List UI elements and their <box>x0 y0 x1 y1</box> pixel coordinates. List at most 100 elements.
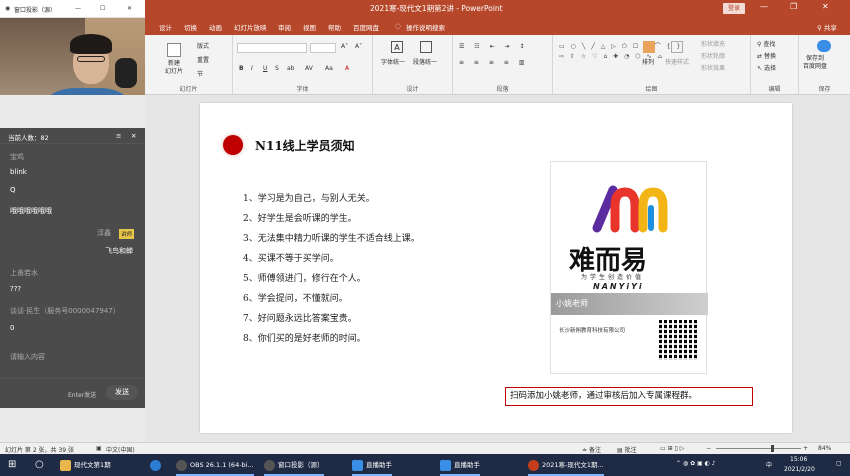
language-indicator[interactable]: 中文(中国) <box>106 445 135 454</box>
obs-icon <box>176 459 187 471</box>
font-color-button[interactable]: A <box>345 65 349 72</box>
minimize-button[interactable]: — <box>760 2 768 11</box>
tab-transitions[interactable]: 切换 <box>184 22 197 32</box>
taskbar-item-live-assistant[interactable]: 直播助手 <box>352 454 392 476</box>
find-button[interactable]: ⚲ 查找 <box>757 39 775 48</box>
strikethrough-button[interactable]: S <box>275 65 279 72</box>
chat-menu-icon[interactable]: ≡ <box>116 132 121 140</box>
shape-outline-button[interactable]: 形状轮廓 <box>701 51 725 60</box>
taskbar-item-folder[interactable]: 现代文第1期 <box>60 454 111 476</box>
close-button[interactable]: ✕ <box>822 2 829 11</box>
change-case-button[interactable]: Aa <box>325 65 333 72</box>
list-item: 6、学会提问，不懂就问。 <box>243 294 348 304</box>
taskbar-item-live-assistant-2[interactable]: 直播助手 <box>440 454 480 476</box>
shadow-button[interactable]: ab <box>287 65 295 72</box>
save-to-baidu-button[interactable]: 保存到 百度网盘 <box>803 55 827 71</box>
chat-message: 上善若水 <box>10 269 38 277</box>
spacing-button[interactable]: AV <box>305 65 313 72</box>
shape-effects-button[interactable]: 形状效果 <box>701 63 725 72</box>
screen: 2021寒-现代文1期第2讲 - PowerPoint 登录 — ❐ ✕ 设计 … <box>0 0 850 476</box>
zoom-in-button[interactable]: + <box>803 445 808 452</box>
chat-input-placeholder[interactable]: 请输入内容 <box>10 352 45 362</box>
tab-design[interactable]: 设计 <box>159 22 172 32</box>
restore-button[interactable]: ❐ <box>790 2 797 11</box>
taskbar-item-powerpoint[interactable]: 2021寒-现代文1期... <box>528 454 604 476</box>
windows-start-icon[interactable]: ⊞ <box>8 454 16 476</box>
group-label-design: 设计 <box>406 86 419 93</box>
tab-help[interactable]: 帮助 <box>328 22 341 32</box>
tab-baidu[interactable]: 百度网盘 <box>353 22 379 32</box>
chat-message: 哦哦哦哦哦哦 <box>10 207 52 215</box>
group-save: 保存到 百度网盘 保存 <box>799 35 850 95</box>
grow-font-icon[interactable]: A˄ <box>341 43 348 50</box>
rules-list[interactable]: 1、学习是为自己，与别人无关。 2、好学生是会听课的学生。 3、无法集中精力听课… <box>243 189 420 349</box>
replace-button[interactable]: ⇄ 替换 <box>757 51 776 60</box>
brand-logo-icon <box>592 185 668 233</box>
taskbar-item-projector[interactable]: 窗口投影（源） <box>264 454 324 476</box>
webcam-minimize[interactable]: — <box>75 5 81 12</box>
group-drawing: ▭ ○ ╲ ╱ △ ▷ ⬠ ☐ ◇ ⌒ { } ⇨ ⇧ ☆ ♡ ⌂ ✚ ◔ ⬡ … <box>553 35 751 95</box>
shapes-gallery[interactable]: ▭ ○ ╲ ╱ △ ▷ ⬠ ☐ ◇ ⌒ { } <box>559 41 682 50</box>
section-button[interactable]: 节 <box>197 69 203 78</box>
spellcheck-icon[interactable]: ▣ <box>96 445 102 452</box>
search-icon[interactable]: ○ <box>35 454 44 476</box>
font-unify-button[interactable]: 字体统一 <box>381 57 405 66</box>
list-item: 8、你们买的是好老师的时间。 <box>243 334 366 344</box>
zoom-slider-handle[interactable] <box>771 445 774 452</box>
comments-button[interactable]: ▤ 批注 <box>617 445 637 454</box>
align-buttons[interactable]: ≡ ≡ ≡ ≡ ▥ <box>459 59 528 66</box>
shape-fill-button[interactable]: 形状填充 <box>701 39 725 48</box>
webcam-close[interactable]: ✕ <box>127 5 132 12</box>
notification-icon[interactable]: ▢ <box>836 460 842 467</box>
arrange-icon <box>643 41 655 53</box>
list-buttons[interactable]: ☰ ☷ ⇤ ⇥ ↕ <box>459 43 528 50</box>
layout-button[interactable]: 版式 <box>197 41 209 50</box>
taskbar-item-obs[interactable]: OBS 26.1.1 (64-bi... <box>176 454 254 476</box>
underline-button[interactable]: U <box>263 65 267 72</box>
share-button[interactable]: ⚲ 共享 <box>817 22 837 32</box>
tray-icons[interactable]: ⌃ ◍ ✿ ▣ ◐ ♪ <box>676 460 716 467</box>
zoom-level[interactable]: 84% <box>818 445 831 452</box>
group-paragraph: ☰ ☷ ⇤ ⇥ ↕ ≡ ≡ ≡ ≡ ▥ 段落 <box>453 35 553 95</box>
reset-button[interactable]: 重置 <box>197 55 209 64</box>
shrink-font-icon[interactable]: A˅ <box>355 43 362 50</box>
taskbar: ⊞ ○ 现代文第1期 OBS 26.1.1 (64-bi... 窗口投影（源） … <box>0 454 850 476</box>
call-to-action-box[interactable]: 扫码添加小姚老师，通过审核后加入专属课程群。 <box>505 387 753 406</box>
new-slide-button[interactable]: 新建 幻灯片 <box>165 60 183 76</box>
arrange-button[interactable]: 排列 <box>642 57 654 66</box>
italic-button[interactable]: I <box>251 65 253 72</box>
chat-close-icon[interactable]: ✕ <box>131 132 136 140</box>
chat-message: ??? <box>10 285 22 293</box>
select-button[interactable]: ↖ 选择 <box>757 63 776 72</box>
zoom-out-button[interactable]: − <box>706 445 711 452</box>
font-size-combo[interactable] <box>310 43 336 53</box>
send-button[interactable]: 发送 <box>106 385 138 400</box>
clock-date[interactable]: 2021/2/20 <box>784 466 815 473</box>
tab-view[interactable]: 视图 <box>303 22 316 32</box>
group-label-slides: 幻灯片 <box>179 86 198 93</box>
taskbar-item-edge[interactable] <box>150 454 164 476</box>
tab-slideshow[interactable]: 幻灯片放映 <box>234 22 267 32</box>
current-slide[interactable]: N11线上学员须知 1、学习是为自己，与别人无关。 2、好学生是会听课的学生。 … <box>200 103 792 433</box>
ime-indicator[interactable]: 中 <box>766 460 772 469</box>
slide-title[interactable]: N11线上学员须知 <box>255 137 355 154</box>
view-buttons[interactable]: ▭ ⊞ ▯ ▷ <box>660 445 684 452</box>
clock-time[interactable]: 15:06 <box>790 456 807 463</box>
brand-card[interactable]: 难而易 为学生创造价值 NANYiYi 小姚老师 长沙新朔教育科技有限公司 <box>550 161 708 374</box>
teacher-name: 小姚老师 <box>556 299 588 308</box>
bold-button[interactable]: B <box>239 65 244 72</box>
baidu-cloud-icon <box>817 40 831 52</box>
tell-me-search[interactable]: 操作说明搜索 <box>406 22 445 32</box>
zoom-slider[interactable] <box>716 448 801 449</box>
quick-styles-button[interactable]: 快速样式 <box>665 57 689 66</box>
tab-animations[interactable]: 动画 <box>209 22 222 32</box>
login-button[interactable]: 登录 <box>723 3 745 14</box>
brand-slogan: 为学生创造价值 <box>581 274 645 281</box>
edge-icon <box>150 459 161 471</box>
para-unify-button[interactable]: 段落统一 <box>413 57 437 66</box>
tab-review[interactable]: 审阅 <box>278 22 291 32</box>
font-name-combo[interactable] <box>237 43 307 53</box>
webcam-maximize[interactable]: ☐ <box>100 5 105 12</box>
slide-counter: 幻灯片 第 2 张，共 39 张 <box>5 447 74 454</box>
notes-button[interactable]: ≐ 备注 <box>582 445 601 454</box>
